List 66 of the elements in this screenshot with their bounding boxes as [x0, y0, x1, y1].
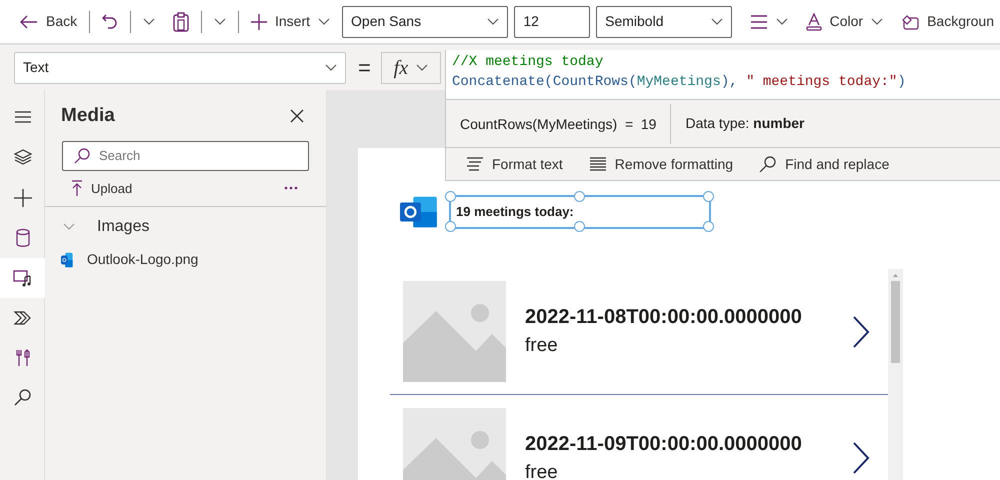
back-arrow-icon	[20, 14, 38, 28]
chevron-down-icon	[325, 64, 337, 72]
panel-title: Media	[61, 104, 115, 128]
outlook-logo-icon	[400, 195, 438, 229]
search-field[interactable]: Search	[62, 140, 309, 170]
more-icon	[284, 186, 298, 190]
search-icon	[759, 156, 778, 172]
image-placeholder-icon	[403, 408, 506, 480]
insert-button[interactable]: Insert	[245, 7, 336, 36]
formula-editor[interactable]: //X meetings today Concatenate(CountRows(MyMeetings), " meetings today:")	[446, 50, 1000, 100]
resize-handle[interactable]	[574, 221, 585, 232]
equals-sign: =	[358, 54, 371, 82]
background-button[interactable]: Backgroun	[895, 7, 1000, 36]
close-icon	[290, 109, 304, 124]
gallery-item-title: 2022-11-08T00:00:00.0000000	[525, 305, 803, 330]
media-file-item[interactable]: Outlook-Logo.png	[45, 247, 214, 272]
section-header[interactable]: Images	[45, 207, 168, 247]
gallery-item-subtitle: free	[525, 460, 559, 480]
data-type-text: Data type: number	[684, 114, 805, 133]
search-icon	[74, 148, 90, 164]
resize-handle[interactable]	[574, 191, 585, 202]
resize-handle[interactable]	[445, 221, 456, 232]
align-icon	[750, 14, 768, 28]
chevron-right-icon	[852, 442, 870, 474]
search-icon	[12, 388, 32, 408]
function-button[interactable]: fx	[380, 52, 441, 84]
resize-handle[interactable]	[703, 221, 714, 232]
chevron-down-icon	[214, 18, 226, 26]
font-dropdown[interactable]: Open Sans	[342, 6, 508, 38]
outlook-logo-icon	[61, 252, 73, 268]
lines-icon	[588, 156, 607, 172]
chevron-down-icon	[318, 18, 330, 26]
rail-button[interactable]	[0, 258, 45, 298]
font-weight-dropdown[interactable]: Semibold	[596, 6, 732, 38]
upload-icon	[71, 180, 83, 196]
back-button[interactable]: Back	[14, 7, 84, 36]
chevron-down-icon	[487, 18, 500, 26]
image-placeholder-icon	[403, 281, 506, 382]
chevron-down-icon	[871, 18, 884, 26]
clipboard-icon	[173, 12, 190, 32]
property-dropdown[interactable]: Text	[14, 52, 346, 84]
undo-icon	[102, 12, 118, 30]
media-icon	[12, 268, 32, 288]
upload-button[interactable]: Upload	[65, 174, 138, 202]
code-line: //X meetings today	[452, 53, 604, 72]
chevron-down-icon	[416, 64, 428, 72]
plus-icon	[251, 14, 267, 30]
formula-action-button[interactable]: Remove formatting	[582, 150, 740, 178]
chevron-down-icon	[710, 18, 723, 26]
font-size-field[interactable]: 12	[514, 6, 590, 38]
code-line: Concatenate(CountRows(MyMeetings), " meetings today:")	[452, 73, 907, 92]
gallery-item-subtitle: free	[525, 334, 559, 358]
chevron-right-icon	[852, 316, 870, 348]
fill-color-icon	[901, 14, 920, 30]
color-button[interactable]: Color	[800, 7, 890, 36]
chevron-down-icon	[143, 18, 156, 26]
format-text-icon	[466, 156, 484, 172]
resize-handle[interactable]	[703, 191, 714, 202]
resize-handle[interactable]	[445, 191, 456, 202]
plus-icon	[12, 188, 32, 208]
chevron-down-icon	[776, 18, 788, 26]
formula-result: CountRows(MyMeetings) = 19	[446, 104, 672, 144]
text-color-icon	[806, 12, 822, 30]
gallery-item-title: 2022-11-09T00:00:00.0000000	[525, 432, 803, 457]
formula-action-button[interactable]: Find and replace	[753, 150, 896, 178]
formula-action-button[interactable]: Format text	[460, 150, 569, 178]
